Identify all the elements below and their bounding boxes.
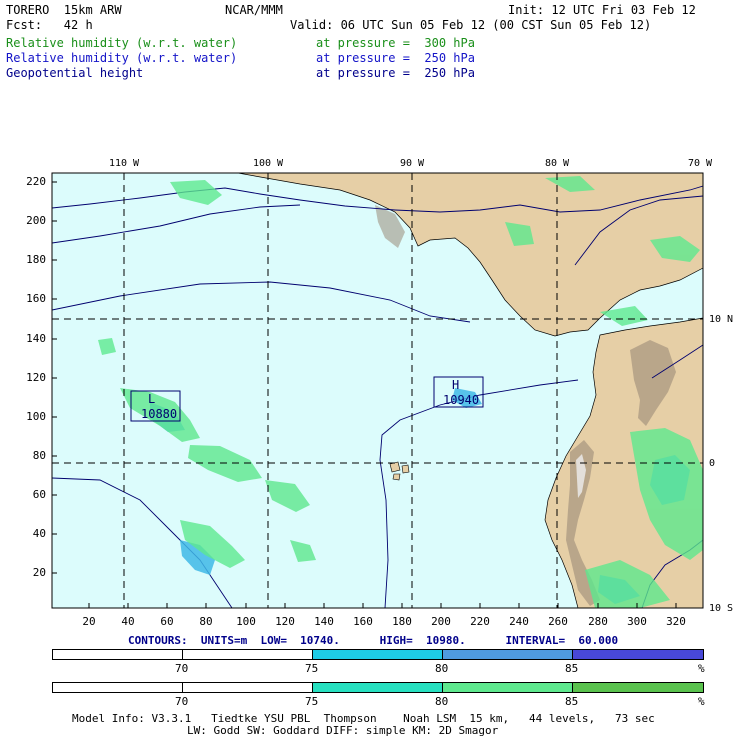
left-axis-ticks: 220 200 180 160 140 120 100 80 60 40 20 [26,175,46,579]
high-center-value: 10940 [443,393,479,407]
y-tick: 140 [26,332,46,345]
x-tick: 240 [509,615,529,628]
lon-label: 90 W [400,158,425,169]
y-tick: 180 [26,253,46,266]
colorbar-seg [573,683,703,692]
lon-label: 80 W [545,158,570,169]
y-tick: 220 [26,175,46,188]
x-tick: 80 [199,615,212,628]
colorbar-rh300 [52,682,704,693]
colorbar-label: 75 [305,695,319,708]
weather-map: L 10880 H 10940 110 W 100 W 90 W 80 W 70… [26,158,733,628]
lat-label: 0 [709,458,715,469]
colorbar-label: 85 [565,662,579,675]
colorbar-seg [443,650,573,659]
x-tick: 260 [548,615,568,628]
x-tick: 120 [275,615,295,628]
lon-label: 100 W [253,158,284,169]
colorbar-label: 85 [565,695,579,708]
lon-label: 110 W [109,158,140,169]
x-tick: 200 [431,615,451,628]
colorbar-label: 80 [435,662,449,675]
lat-label: 10 N [709,314,733,325]
x-tick: 280 [588,615,608,628]
x-tick: 300 [627,615,647,628]
colorbar-seg [313,650,443,659]
x-tick: 180 [392,615,412,628]
model-info-line2: LW: Godd SW: Goddard DIFF: simple KM: 2D… [187,724,499,737]
colorbar-unit: % [698,695,705,708]
contour-info: CONTOURS: UNITS=m LOW= 10740. HIGH= 1098… [128,634,619,647]
y-tick: 160 [26,292,46,305]
y-tick: 60 [33,488,46,501]
top-lon-labels: 110 W 100 W 90 W 80 W 70 W [109,158,713,169]
x-tick: 20 [82,615,95,628]
x-tick: 40 [121,615,134,628]
y-tick: 40 [33,527,46,540]
colorbar-seg [313,683,443,692]
colorbar-seg [183,650,313,659]
colorbar-seg [53,650,183,659]
right-lat-labels: 10 N 0 10 S [709,314,733,614]
colorbar-seg [573,650,703,659]
x-tick: 60 [160,615,173,628]
colorbar-seg [183,683,313,692]
colorbar-unit: % [698,662,705,675]
y-tick: 120 [26,371,46,384]
y-tick: 20 [33,566,46,579]
colorbar-seg [53,683,183,692]
high-center-symbol: H [452,378,459,392]
y-tick: 80 [33,449,46,462]
x-tick: 220 [470,615,490,628]
lat-label: 10 S [709,603,733,614]
colorbar-label: 70 [175,695,189,708]
bottom-axis-ticks: 20 40 60 80 100 120 140 160 180 200 220 … [82,615,686,628]
y-tick: 200 [26,214,46,227]
colorbar-label: 75 [305,662,319,675]
x-tick: 100 [236,615,256,628]
x-tick: 140 [314,615,334,628]
lon-label: 70 W [688,158,713,169]
low-center-value: 10880 [141,407,177,421]
x-tick: 320 [666,615,686,628]
x-tick: 160 [353,615,373,628]
y-tick: 100 [26,410,46,423]
colorbar-label: 80 [435,695,449,708]
colorbar-label: 70 [175,662,189,675]
colorbar-rh250 [52,649,704,660]
low-center-symbol: L [148,392,155,406]
colorbar-seg [443,683,573,692]
